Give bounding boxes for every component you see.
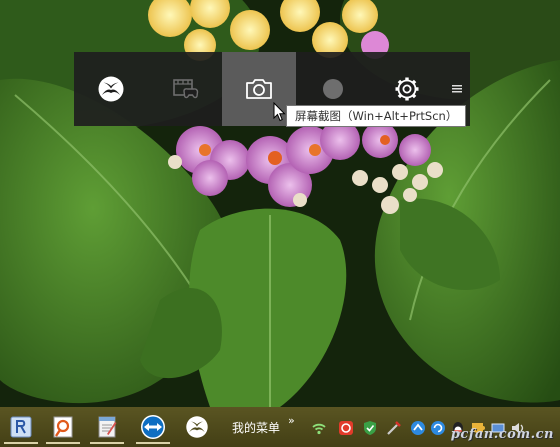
- shield-icon[interactable]: [362, 420, 378, 436]
- arrow-icon[interactable]: [410, 420, 426, 436]
- watermark: pcfan.com.cn: [450, 427, 554, 442]
- xbox-button[interactable]: [74, 52, 148, 126]
- refresh-icon[interactable]: [430, 420, 446, 436]
- teamviewer-icon: [141, 415, 165, 439]
- game-clip-icon: [173, 79, 199, 99]
- taskbar: 我的菜单 » pcfan.com.cn: [0, 407, 560, 447]
- gear-icon: [395, 77, 419, 101]
- taskbar-app-screenshot-tool[interactable]: [44, 410, 82, 444]
- taskbar-app-teamviewer[interactable]: [134, 410, 172, 444]
- tool-icon[interactable]: [386, 420, 402, 436]
- game-clip-button[interactable]: [148, 52, 222, 126]
- antivirus-icon[interactable]: [338, 420, 354, 436]
- wifi-icon[interactable]: [311, 420, 327, 436]
- taskbar-app-notepad[interactable]: [88, 410, 126, 444]
- taskbar-app-xbox[interactable]: [178, 410, 216, 444]
- notepad-icon: [98, 416, 117, 438]
- camera-icon: [246, 79, 272, 99]
- screenshot-tooltip: 屏幕截图（Win+Alt+PrtScn）: [286, 105, 467, 127]
- record-icon: [323, 79, 343, 99]
- xbox-icon: [98, 76, 124, 102]
- taskbar-app-start[interactable]: [2, 410, 40, 444]
- r-app-icon: [10, 416, 32, 438]
- taskbar-toolbar-my-menu[interactable]: 我的菜单: [232, 419, 280, 436]
- drag-handle-icon: [452, 85, 462, 93]
- toolbar-expand-chevron[interactable]: »: [288, 414, 295, 427]
- mouse-cursor-icon: [273, 102, 286, 122]
- xbox-icon: [186, 416, 208, 438]
- pin-app-icon: [53, 416, 73, 438]
